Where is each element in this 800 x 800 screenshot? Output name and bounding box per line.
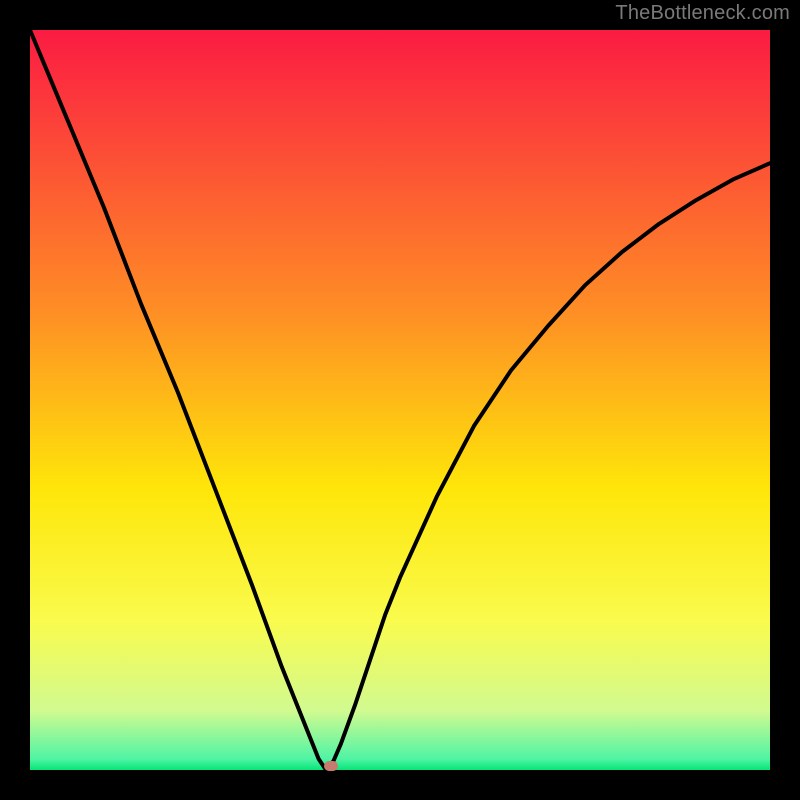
chart-svg xyxy=(30,30,770,770)
plot-area xyxy=(30,30,770,770)
chart-frame: TheBottleneck.com xyxy=(0,0,800,800)
watermark-text: TheBottleneck.com xyxy=(615,2,790,25)
gradient-background xyxy=(30,30,770,770)
optimal-point-marker xyxy=(324,761,338,771)
